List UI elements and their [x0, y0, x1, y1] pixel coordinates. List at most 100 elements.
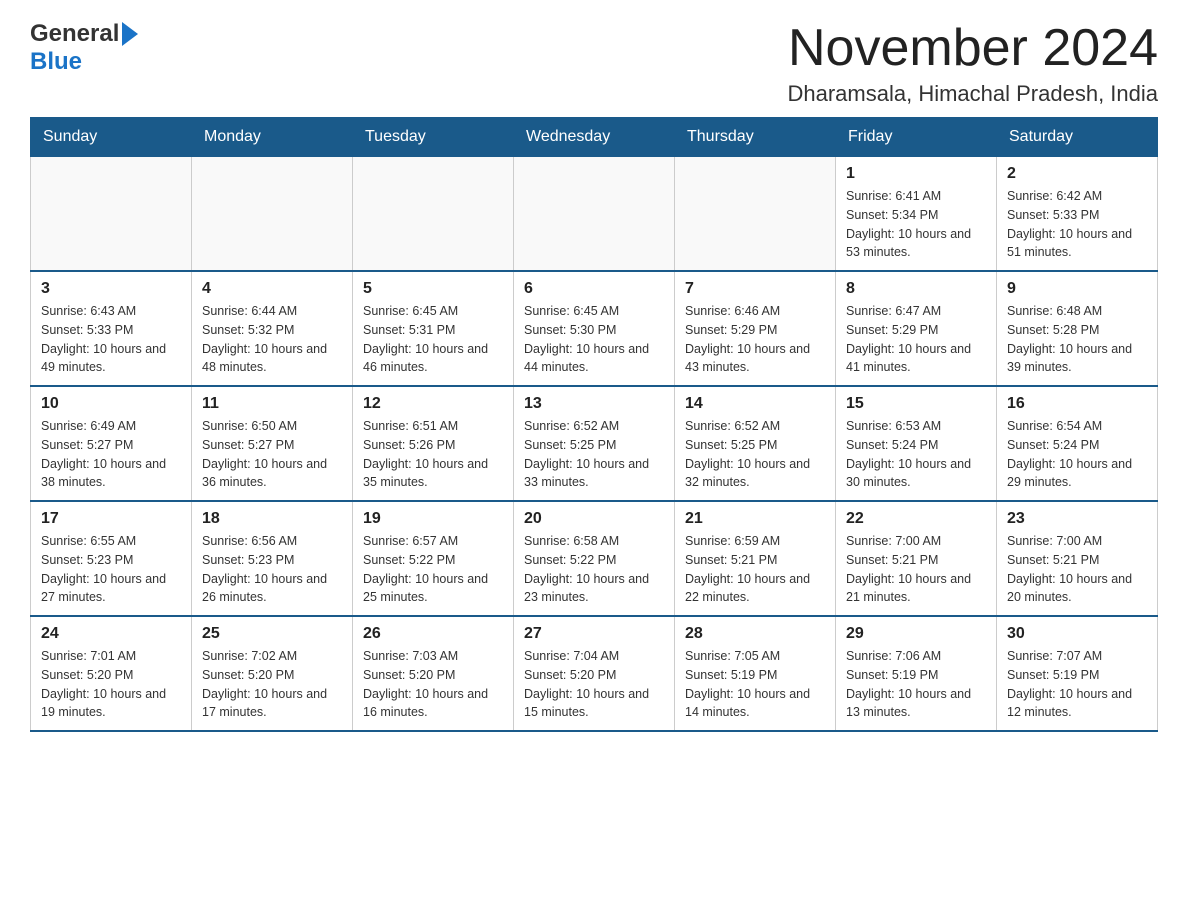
day-number: 15: [846, 395, 986, 413]
calendar-cell: 1 Sunrise: 6:41 AMSunset: 5:34 PMDaylight…: [836, 157, 997, 272]
day-number: 8: [846, 280, 986, 298]
calendar-cell: 24 Sunrise: 7:01 AMSunset: 5:20 PMDayligh…: [31, 616, 192, 731]
calendar-week-row: 17 Sunrise: 6:55 AMSunset: 5:23 PMDayligh…: [31, 501, 1158, 616]
logo-arrow-icon: [122, 22, 138, 46]
day-info: Sunrise: 6:57 AMSunset: 5:22 PMDaylight:…: [363, 532, 503, 607]
calendar-cell: 12Sunrise: 6:51 AMSunset: 5:26 PMDayligh…: [353, 386, 514, 501]
day-number: 7: [685, 280, 825, 298]
day-info: Sunrise: 7:02 AMSunset: 5:20 PMDaylight:…: [202, 647, 342, 722]
calendar-cell: [192, 157, 353, 272]
day-number: 14: [685, 395, 825, 413]
calendar-cell: 11Sunrise: 6:50 AMSunset: 5:27 PMDayligh…: [192, 386, 353, 501]
day-number: 30: [1007, 625, 1147, 643]
calendar-cell: 7 Sunrise: 6:46 AMSunset: 5:29 PMDaylight…: [675, 271, 836, 386]
logo-general-text: General: [30, 20, 119, 48]
calendar-cell: 28 Sunrise: 7:05 AMSunset: 5:19 PMDayligh…: [675, 616, 836, 731]
calendar-cell: 4 Sunrise: 6:44 AMSunset: 5:32 PMDaylight…: [192, 271, 353, 386]
day-number: 20: [524, 510, 664, 528]
day-number: 6: [524, 280, 664, 298]
day-info: Sunrise: 6:51 AMSunset: 5:26 PMDaylight:…: [363, 417, 503, 492]
weekday-header: Thursday: [675, 118, 836, 157]
day-info: Sunrise: 7:01 AMSunset: 5:20 PMDaylight:…: [41, 647, 181, 722]
day-info: Sunrise: 7:05 AMSunset: 5:19 PMDaylight:…: [685, 647, 825, 722]
calendar-cell: 10Sunrise: 6:49 AMSunset: 5:27 PMDayligh…: [31, 386, 192, 501]
day-number: 9: [1007, 280, 1147, 298]
calendar-cell: 6Sunrise: 6:45 AMSunset: 5:30 PMDaylight…: [514, 271, 675, 386]
calendar-cell: 23 Sunrise: 7:00 AMSunset: 5:21 PMDayligh…: [997, 501, 1158, 616]
day-info: Sunrise: 7:00 AMSunset: 5:21 PMDaylight:…: [1007, 532, 1147, 607]
day-number: 17: [41, 510, 181, 528]
day-info: Sunrise: 6:46 AMSunset: 5:29 PMDaylight:…: [685, 302, 825, 377]
calendar-cell: 13 Sunrise: 6:52 AMSunset: 5:25 PMDayligh…: [514, 386, 675, 501]
calendar-cell: 17 Sunrise: 6:55 AMSunset: 5:23 PMDayligh…: [31, 501, 192, 616]
calendar-cell: 8 Sunrise: 6:47 AMSunset: 5:29 PMDaylight…: [836, 271, 997, 386]
day-number: 27: [524, 625, 664, 643]
calendar-cell: 2 Sunrise: 6:42 AMSunset: 5:33 PMDaylight…: [997, 157, 1158, 272]
subtitle: Dharamsala, Himachal Pradesh, India: [787, 81, 1158, 107]
calendar-cell: 3Sunrise: 6:43 AMSunset: 5:33 PMDaylight…: [31, 271, 192, 386]
calendar-cell: [675, 157, 836, 272]
weekday-header: Tuesday: [353, 118, 514, 157]
logo-blue-text: Blue: [30, 48, 82, 75]
day-number: 28: [685, 625, 825, 643]
calendar-cell: 19Sunrise: 6:57 AMSunset: 5:22 PMDayligh…: [353, 501, 514, 616]
day-info: Sunrise: 6:59 AMSunset: 5:21 PMDaylight:…: [685, 532, 825, 607]
calendar-cell: 16 Sunrise: 6:54 AMSunset: 5:24 PMDayligh…: [997, 386, 1158, 501]
day-number: 21: [685, 510, 825, 528]
day-info: Sunrise: 6:52 AMSunset: 5:25 PMDaylight:…: [524, 417, 664, 492]
main-title: November 2024: [787, 20, 1158, 77]
day-info: Sunrise: 6:55 AMSunset: 5:23 PMDaylight:…: [41, 532, 181, 607]
calendar-cell: 20 Sunrise: 6:58 AMSunset: 5:22 PMDayligh…: [514, 501, 675, 616]
day-info: Sunrise: 7:07 AMSunset: 5:19 PMDaylight:…: [1007, 647, 1147, 722]
day-number: 13: [524, 395, 664, 413]
day-number: 2: [1007, 165, 1147, 183]
weekday-header: Monday: [192, 118, 353, 157]
day-info: Sunrise: 6:53 AMSunset: 5:24 PMDaylight:…: [846, 417, 986, 492]
day-info: Sunrise: 7:00 AMSunset: 5:21 PMDaylight:…: [846, 532, 986, 607]
weekday-header: Friday: [836, 118, 997, 157]
day-number: 18: [202, 510, 342, 528]
day-number: 1: [846, 165, 986, 183]
day-number: 4: [202, 280, 342, 298]
calendar-cell: 14 Sunrise: 6:52 AMSunset: 5:25 PMDayligh…: [675, 386, 836, 501]
day-number: 26: [363, 625, 503, 643]
weekday-header: Saturday: [997, 118, 1158, 157]
title-section: November 2024 Dharamsala, Himachal Prade…: [787, 20, 1158, 107]
day-info: Sunrise: 6:41 AMSunset: 5:34 PMDaylight:…: [846, 187, 986, 262]
day-number: 24: [41, 625, 181, 643]
calendar-cell: 5 Sunrise: 6:45 AMSunset: 5:31 PMDaylight…: [353, 271, 514, 386]
day-info: Sunrise: 6:42 AMSunset: 5:33 PMDaylight:…: [1007, 187, 1147, 262]
calendar-cell: 22 Sunrise: 7:00 AMSunset: 5:21 PMDayligh…: [836, 501, 997, 616]
day-info: Sunrise: 7:03 AMSunset: 5:20 PMDaylight:…: [363, 647, 503, 722]
day-number: 16: [1007, 395, 1147, 413]
calendar-week-row: 1 Sunrise: 6:41 AMSunset: 5:34 PMDaylight…: [31, 157, 1158, 272]
day-number: 23: [1007, 510, 1147, 528]
day-info: Sunrise: 6:43 AMSunset: 5:33 PMDaylight:…: [41, 302, 181, 377]
day-info: Sunrise: 6:56 AMSunset: 5:23 PMDaylight:…: [202, 532, 342, 607]
calendar-cell: 26 Sunrise: 7:03 AMSunset: 5:20 PMDayligh…: [353, 616, 514, 731]
day-info: Sunrise: 6:45 AMSunset: 5:31 PMDaylight:…: [363, 302, 503, 377]
page-header: General Blue November 2024 Dharamsala, H…: [30, 20, 1158, 107]
day-number: 22: [846, 510, 986, 528]
day-number: 10: [41, 395, 181, 413]
weekday-header: Sunday: [31, 118, 192, 157]
day-info: Sunrise: 7:04 AMSunset: 5:20 PMDaylight:…: [524, 647, 664, 722]
calendar-cell: 21 Sunrise: 6:59 AMSunset: 5:21 PMDayligh…: [675, 501, 836, 616]
weekday-header: Wednesday: [514, 118, 675, 157]
day-info: Sunrise: 6:54 AMSunset: 5:24 PMDaylight:…: [1007, 417, 1147, 492]
day-info: Sunrise: 6:48 AMSunset: 5:28 PMDaylight:…: [1007, 302, 1147, 377]
calendar-cell: [353, 157, 514, 272]
day-info: Sunrise: 6:52 AMSunset: 5:25 PMDaylight:…: [685, 417, 825, 492]
day-number: 5: [363, 280, 503, 298]
calendar-week-row: 24 Sunrise: 7:01 AMSunset: 5:20 PMDayligh…: [31, 616, 1158, 731]
calendar-cell: 29Sunrise: 7:06 AMSunset: 5:19 PMDayligh…: [836, 616, 997, 731]
day-info: Sunrise: 6:50 AMSunset: 5:27 PMDaylight:…: [202, 417, 342, 492]
day-info: Sunrise: 6:58 AMSunset: 5:22 PMDaylight:…: [524, 532, 664, 607]
day-number: 29: [846, 625, 986, 643]
day-info: Sunrise: 6:44 AMSunset: 5:32 PMDaylight:…: [202, 302, 342, 377]
calendar-cell: 30 Sunrise: 7:07 AMSunset: 5:19 PMDayligh…: [997, 616, 1158, 731]
day-info: Sunrise: 6:47 AMSunset: 5:29 PMDaylight:…: [846, 302, 986, 377]
calendar-week-row: 3Sunrise: 6:43 AMSunset: 5:33 PMDaylight…: [31, 271, 1158, 386]
day-number: 25: [202, 625, 342, 643]
calendar-cell: [31, 157, 192, 272]
